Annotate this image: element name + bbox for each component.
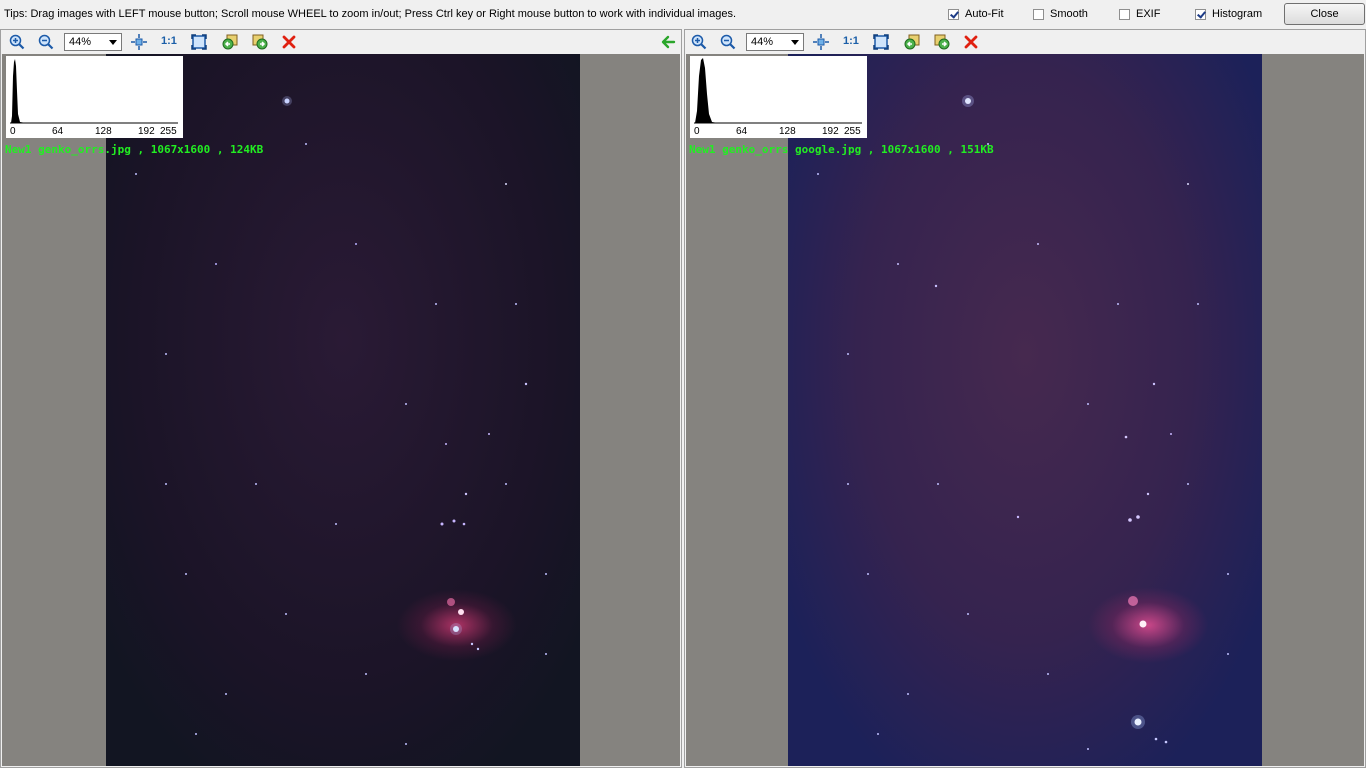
star-field: [135, 96, 547, 745]
histogram-axis-labels: 0 64 128 192 255: [6, 126, 183, 138]
previous-image-icon[interactable]: [904, 34, 920, 50]
smooth-label: Smooth: [1050, 8, 1088, 20]
right-image-pane: 44% 1:1 0 64 128 192 255 New1 genko_orrs…: [684, 29, 1366, 768]
left-astro-image[interactable]: [106, 54, 580, 766]
hist-label-192: 192: [138, 126, 155, 137]
exif-label: EXIF: [1136, 8, 1161, 20]
right-astro-image[interactable]: [788, 54, 1262, 766]
fit-window-icon[interactable]: [873, 34, 889, 50]
zoom-in-icon[interactable]: [691, 34, 707, 50]
previous-image-icon[interactable]: [222, 34, 238, 50]
image-info-caption: New1 genko_orrs google.jpg , 1067x1600 ,…: [689, 143, 994, 156]
tips-text: Tips: Drag images with LEFT mouse button…: [4, 8, 736, 20]
histogram-checkbox[interactable]: Histogram: [1195, 8, 1262, 20]
left-histogram: 0 64 128 192 255: [6, 56, 183, 138]
zoom-level-select[interactable]: 44%: [64, 33, 122, 51]
next-image-icon[interactable]: [252, 34, 268, 50]
zoom-out-icon[interactable]: [38, 34, 54, 50]
right-histogram: 0 64 128 192 255: [690, 56, 867, 138]
zoom-level-select[interactable]: 44%: [746, 33, 804, 51]
autofit-checkbox-box[interactable]: [948, 8, 959, 20]
fit-center-icon[interactable]: [813, 34, 829, 50]
delete-icon[interactable]: [963, 34, 979, 50]
chevron-down-icon: [791, 40, 799, 45]
right-toolbar: 44% 1:1: [685, 30, 1365, 54]
zoom-in-icon[interactable]: [9, 34, 25, 50]
smooth-checkbox[interactable]: Smooth: [1033, 8, 1088, 20]
actual-size-button[interactable]: 1:1: [161, 35, 177, 47]
hist-label-255: 255: [160, 126, 177, 137]
zoom-level-value: 44%: [751, 36, 774, 48]
histogram-label: Histogram: [1212, 8, 1263, 20]
sync-arrow-icon[interactable]: [660, 34, 676, 50]
zoom-level-value: 44%: [69, 36, 92, 48]
hist-label-64: 64: [52, 126, 64, 137]
left-image-pane: 44% 1:1 0 64 128 192 255 New1 genko_orrs…: [0, 29, 682, 768]
smooth-checkbox-box[interactable]: [1033, 8, 1044, 20]
histogram-axis-labels: 0 64 128 192 255: [690, 126, 867, 138]
autofit-label: Auto-Fit: [965, 8, 1004, 20]
hist-label-128: 128: [779, 126, 796, 137]
next-image-icon[interactable]: [934, 34, 950, 50]
right-image-viewport[interactable]: 0 64 128 192 255 New1 genko_orrs google.…: [686, 54, 1364, 766]
hist-label-0: 0: [10, 126, 16, 137]
left-image-viewport[interactable]: 0 64 128 192 255 New1 genko_orrs.jpg , 1…: [2, 54, 680, 766]
zoom-out-icon[interactable]: [720, 34, 736, 50]
hist-label-192: 192: [822, 126, 839, 137]
histogram-checkbox-box[interactable]: [1195, 8, 1206, 20]
histogram-plot: [694, 58, 862, 124]
delete-icon[interactable]: [281, 34, 297, 50]
image-info-caption: New1 genko_orrs.jpg , 1067x1600 , 124KB: [5, 143, 264, 156]
left-toolbar: 44% 1:1: [1, 30, 681, 54]
star-field: [817, 95, 1229, 750]
hist-label-255: 255: [844, 126, 861, 137]
fit-window-icon[interactable]: [191, 34, 207, 50]
hist-label-128: 128: [95, 126, 112, 137]
close-button[interactable]: Close: [1284, 3, 1365, 25]
fit-center-icon[interactable]: [131, 34, 147, 50]
chevron-down-icon: [109, 40, 117, 45]
top-bar: Tips: Drag images with LEFT mouse button…: [0, 0, 1366, 29]
autofit-checkbox[interactable]: Auto-Fit: [948, 8, 1004, 20]
hist-label-64: 64: [736, 126, 748, 137]
actual-size-button[interactable]: 1:1: [843, 35, 859, 47]
histogram-plot: [10, 59, 178, 124]
exif-checkbox-box[interactable]: [1119, 8, 1130, 20]
exif-checkbox[interactable]: EXIF: [1119, 8, 1160, 20]
hist-label-0: 0: [694, 126, 700, 137]
